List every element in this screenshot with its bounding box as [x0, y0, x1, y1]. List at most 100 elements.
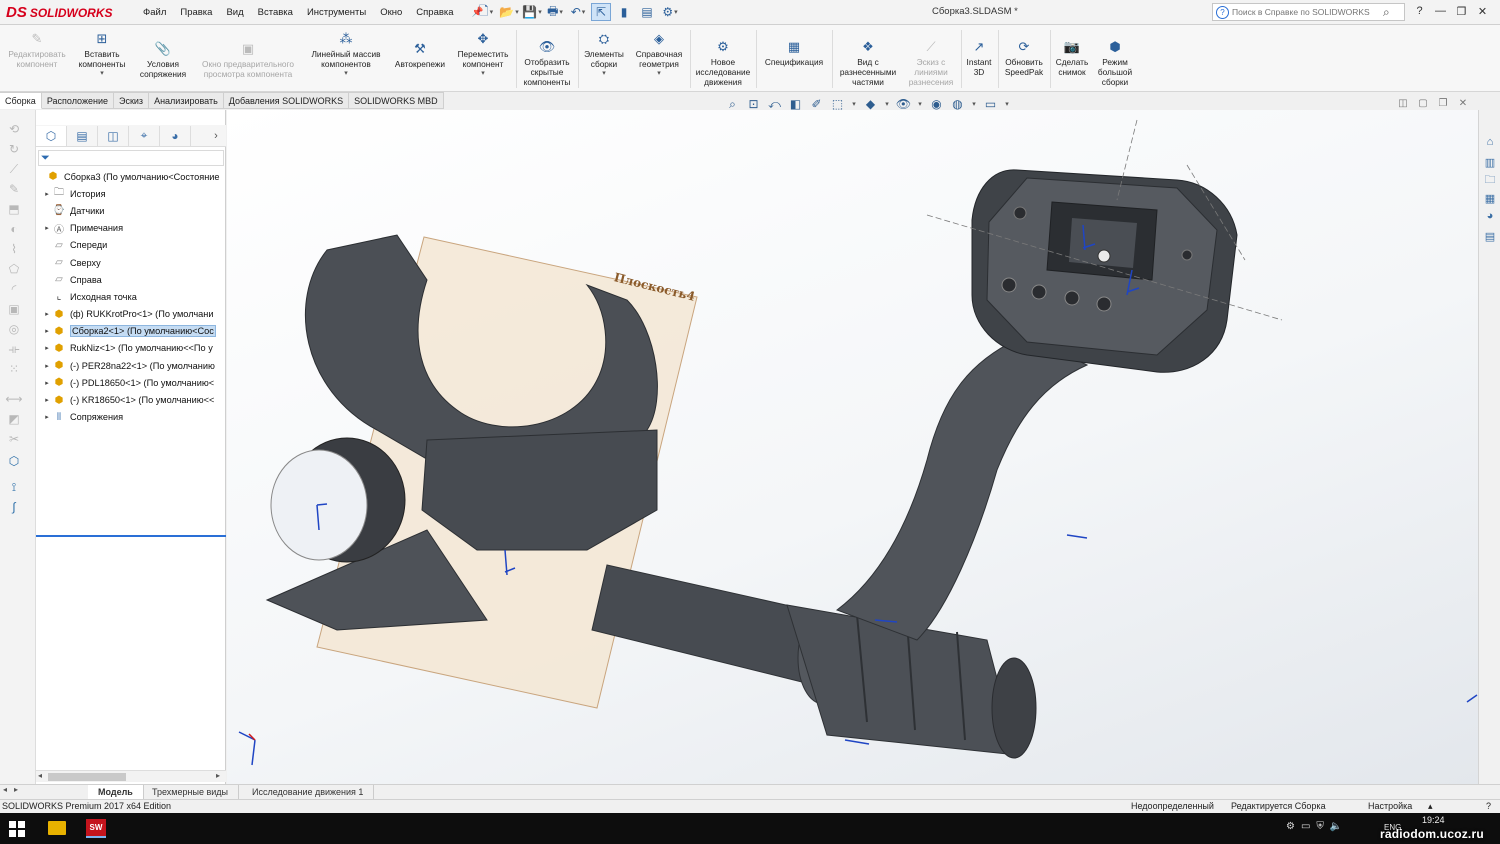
rotate-tool-icon[interactable]: ⟲ [6, 122, 22, 136]
customize-menu[interactable]: Настройка [1368, 801, 1412, 811]
design-library-icon[interactable]: ▥ [1482, 154, 1498, 170]
open-folder-icon[interactable]: 📂 ▾ [499, 3, 519, 21]
menu-insert[interactable]: Вставка [251, 7, 300, 18]
tab-model[interactable]: Модель [88, 785, 144, 799]
clock-time[interactable]: 19:24 [1422, 815, 1445, 825]
customize-arrow-icon[interactable]: ▴ [1428, 801, 1433, 812]
tree-node-origin[interactable]: ⌞ Исходная точка [36, 288, 226, 305]
reference-geometry-button[interactable]: ◈ Справочная геометрия ▾ [630, 31, 688, 79]
assembly-tool-icon[interactable]: ⬡ [6, 454, 22, 468]
tree-node-history[interactable]: ▸ 🗀 История [36, 185, 226, 202]
minimize-icon[interactable]: — [1431, 2, 1450, 20]
tree-node-top-plane[interactable]: ▱ Сверху [36, 254, 226, 271]
tree-expander[interactable]: ▸ [42, 190, 52, 198]
appearances-icon[interactable]: ◕ [1482, 208, 1498, 224]
help-search-input[interactable] [1232, 7, 1380, 17]
dropdown-arrow-icon[interactable]: ▾ [344, 69, 348, 79]
tree-horizontal-scrollbar[interactable]: ◂ ▸ [36, 770, 226, 782]
take-snapshot-button[interactable]: 📷 Сделать снимок [1052, 39, 1092, 77]
help-menu-icon[interactable]: ? [1410, 2, 1429, 20]
tree-node-front-plane[interactable]: ▱ Спереди [36, 237, 226, 254]
tree-expander[interactable]: ▸ [42, 413, 52, 421]
tree-node-root[interactable]: ⬢ Сборка3 (По умолчанию<Состояние [36, 168, 226, 185]
dropdown-arrow-icon[interactable]: ▾ [657, 69, 661, 79]
linear-pattern-button[interactable]: ⁂ Линейный массив компонентов ▾ [304, 31, 388, 79]
new-document-icon[interactable]: 🗋 ▾ [476, 3, 496, 21]
sketch-tool-icon[interactable]: ✎ [6, 182, 22, 196]
tree-node-part[interactable]: ▸ ⬢ (-) KR18650<1> (По умолчанию<< [36, 391, 226, 408]
viewport-pane-icon[interactable]: ▢ [1416, 96, 1430, 110]
tree-node-sensors[interactable]: ⌚ Датчики [36, 202, 226, 219]
menu-file[interactable]: Файл [136, 7, 173, 18]
hole-tool-icon[interactable]: ◎ [6, 322, 22, 336]
windows-start-icon[interactable] [9, 821, 25, 837]
tab-sketch[interactable]: Эскиз [114, 92, 150, 109]
file-explorer-taskbar-icon[interactable] [48, 821, 66, 835]
solidworks-taskbar-button[interactable]: SW [86, 819, 106, 838]
property-manager-tab-icon[interactable]: ▤ [67, 125, 98, 146]
revolve-tool-icon[interactable]: ◐ [6, 222, 22, 236]
traffic-light-icon[interactable]: ▮ [614, 3, 634, 21]
display-manager-tab-icon[interactable]: ◕ [160, 125, 191, 146]
shaft-body[interactable] [591, 564, 818, 683]
dropdown-arrow-icon[interactable]: ▾ [100, 69, 104, 79]
show-hidden-button[interactable]: 👁 Отобразить скрытые компоненты [518, 39, 576, 87]
tree-node-part[interactable]: ▸ ⬢ RukNiz<1> (По умолчанию<<По у [36, 340, 226, 357]
loft-tool-icon[interactable]: ⬠ [6, 262, 22, 276]
network-icon[interactable]: ▭ [1301, 821, 1310, 832]
tree-filter[interactable]: ⏷ [38, 150, 224, 166]
graphics-area[interactable]: Плоскость4 [227, 110, 1478, 784]
undo-tool-icon[interactable]: ↻ [6, 142, 22, 156]
dropdown-arrow-icon[interactable]: ▾ [481, 69, 485, 79]
security-icon[interactable]: ⛨ [1316, 821, 1324, 832]
restore-icon[interactable]: ❐ [1452, 2, 1471, 20]
tab-scroll-right-icon[interactable]: ▸ [14, 785, 18, 794]
section-tool-icon[interactable]: ◩ [6, 412, 22, 426]
measure-tool-icon[interactable]: ⟷ [5, 392, 22, 406]
component-preview-button[interactable]: ▣ Окно предварительного просмотра компон… [194, 41, 302, 79]
menu-window[interactable]: Окно [373, 7, 409, 18]
new-motion-study-button[interactable]: ⚙ Новое исследование движения [692, 39, 754, 87]
exploded-view-button[interactable]: ❖ Вид с разнесенными частями [834, 39, 902, 87]
interference-tool-icon[interactable]: ✂ [6, 432, 22, 446]
large-assembly-button[interactable]: ⬢ Режим большой сборки [1092, 39, 1138, 87]
dimxpert-tab-icon[interactable]: ⌖ [129, 125, 160, 146]
curve-tool-icon[interactable]: ∫ [6, 500, 22, 514]
assembly-features-button[interactable]: ⛭ Элементы сборки ▾ [580, 31, 628, 79]
rollback-bar[interactable] [36, 535, 226, 537]
view-palette-icon[interactable]: ▦ [1482, 190, 1498, 206]
bom-button[interactable]: ▦ Спецификация [758, 39, 830, 67]
tree-expander[interactable]: ▸ [42, 310, 52, 318]
search-icon[interactable]: ⌕ [1383, 5, 1390, 20]
options-gear-icon[interactable]: ⚙ ▾ [660, 3, 680, 21]
tree-node-part[interactable]: ▸ ⬢ (-) PDL18650<1> (По умолчанию< [36, 374, 226, 391]
extrude-tool-icon[interactable]: ⬒ [6, 202, 22, 216]
edit-component-button[interactable]: ✎ Редактировать компонент [4, 31, 70, 69]
menu-help[interactable]: Справка [409, 7, 460, 18]
pattern-tool-icon[interactable]: ⁙ [6, 362, 22, 376]
tab-3d-views[interactable]: Трехмерные виды [142, 785, 239, 799]
move-component-button[interactable]: ✥ Переместить компонент ▾ [452, 31, 514, 79]
smart-dimension-icon[interactable]: ⟋ [6, 162, 22, 176]
mate-button[interactable]: 📎 Условия сопряжения [134, 41, 192, 79]
save-icon[interactable]: 💾 ▾ [522, 3, 542, 21]
feature-tree-tab-icon[interactable]: ⬡ [36, 125, 67, 146]
home-icon[interactable]: ⌂ [1482, 134, 1498, 150]
print-icon[interactable]: 🖶 ▾ [545, 3, 565, 21]
file-properties-icon[interactable]: ▤ [637, 3, 657, 21]
solidworks-logo[interactable]: DS SOLIDWORKS [6, 2, 120, 23]
menu-view[interactable]: Вид [219, 7, 250, 18]
handle-arm[interactable] [835, 334, 1089, 641]
tab-addins[interactable]: Добавления SOLIDWORKS [223, 92, 350, 109]
help-search-box[interactable]: ? ⌕ [1212, 3, 1405, 21]
tree-expander[interactable]: ▸ [42, 362, 52, 370]
filter-funnel-icon[interactable]: ⏷ [41, 152, 50, 165]
shell-tool-icon[interactable]: ▣ [6, 302, 22, 316]
scroll-left-icon[interactable]: ◂ [38, 771, 42, 780]
tree-node-part[interactable]: ▸ ⬢ (ф) RUKKrotPro<1> (По умолчани [36, 306, 226, 323]
reference-geometry-tool-icon[interactable]: ⟟ [6, 480, 22, 494]
custom-properties-icon[interactable]: ▤ [1482, 228, 1498, 244]
viewport-close-icon[interactable]: ✕ [1456, 96, 1470, 110]
tab-evaluate[interactable]: Анализировать [149, 92, 224, 109]
status-help-icon[interactable]: ? [1486, 801, 1491, 811]
